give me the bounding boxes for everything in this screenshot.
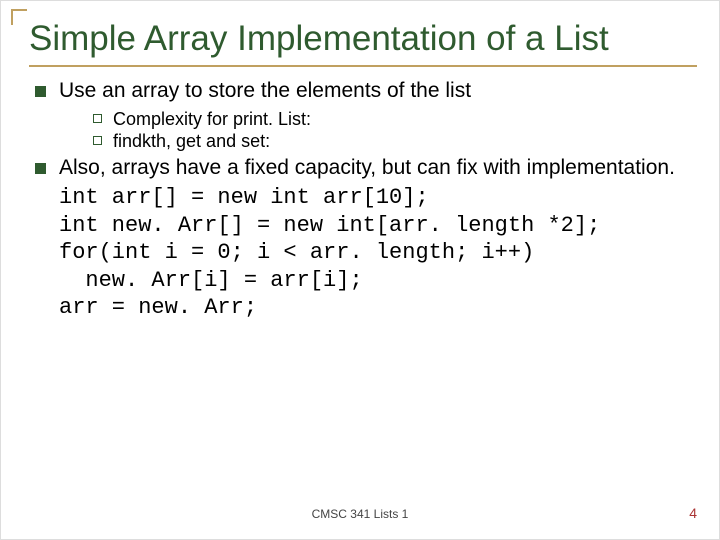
page-title: Simple Array Implementation of a List	[29, 19, 697, 67]
sub-list-item: findkth, get and set:	[93, 131, 697, 152]
list-item: Use an array to store the elements of th…	[35, 79, 697, 152]
list-item-text: Also, arrays have a fixed capacity, but …	[59, 156, 675, 179]
sub-list-item: Complexity for print. List:	[93, 109, 697, 130]
hollow-square-bullet-icon	[93, 136, 102, 145]
sub-list: Complexity for print. List: findkth, get…	[59, 109, 697, 152]
code-block: int arr[] = new int arr[10]; int new. Ar…	[29, 184, 697, 322]
square-bullet-icon	[35, 86, 46, 97]
content-area: Use an array to store the elements of th…	[29, 79, 697, 322]
list-item-text: Use an array to store the elements of th…	[59, 79, 471, 102]
list-item: Also, arrays have a fixed capacity, but …	[35, 156, 697, 180]
sub-list-item-text: Complexity for print. List:	[113, 109, 311, 129]
bullet-list: Use an array to store the elements of th…	[29, 79, 697, 180]
hollow-square-bullet-icon	[93, 114, 102, 123]
page-number: 4	[689, 505, 697, 521]
sub-list-item-text: findkth, get and set:	[113, 131, 270, 151]
slide: Simple Array Implementation of a List Us…	[0, 0, 720, 540]
footer-center: CMSC 341 Lists 1	[1, 507, 719, 521]
square-bullet-icon	[35, 163, 46, 174]
